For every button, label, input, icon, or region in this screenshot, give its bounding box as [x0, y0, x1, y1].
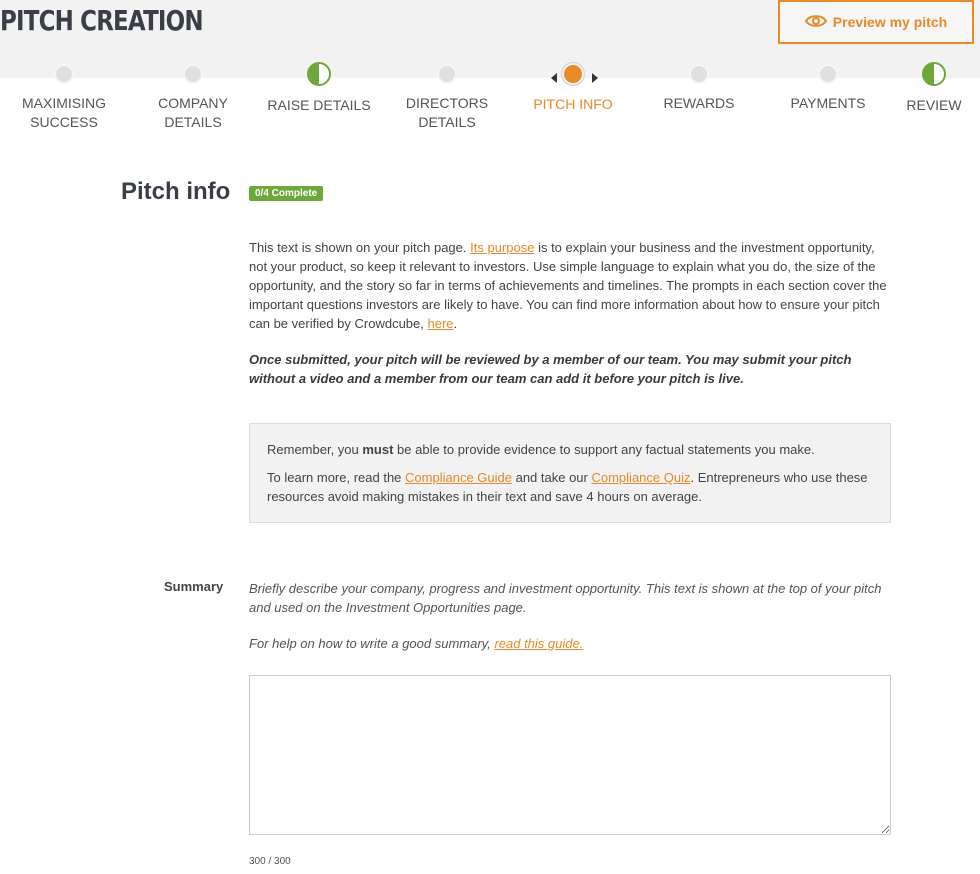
- completion-badge: 0/4 Complete: [249, 186, 324, 201]
- step-status-dot: [54, 64, 74, 84]
- caret-right-icon: [592, 73, 598, 83]
- step-label: DETAILS: [164, 114, 222, 130]
- step-pitch-info[interactable]: PITCH INFO: [513, 63, 633, 114]
- step-maximising-success[interactable]: MAXIMISING SUCCESS: [4, 64, 124, 132]
- step-company-details[interactable]: COMPANY DETAILS: [133, 64, 253, 132]
- step-label: PAYMENTS: [790, 95, 866, 111]
- step-active-dot: [562, 63, 584, 85]
- compliance-guide-link[interactable]: Compliance Guide: [405, 470, 512, 485]
- step-label: SUCCESS: [30, 114, 98, 130]
- step-label: DIRECTORS: [405, 95, 489, 111]
- step-status-dot: [818, 64, 838, 84]
- step-label: MAXIMISING: [21, 95, 106, 111]
- step-status-dot: [183, 64, 203, 84]
- eye-icon: [804, 14, 833, 31]
- step-half-complete-icon: [922, 62, 946, 86]
- summary-guide-text: For help on how to write a good summary,…: [249, 636, 584, 651]
- character-counter: 300 / 300: [249, 856, 291, 867]
- summary-textarea[interactable]: [249, 675, 891, 835]
- here-link[interactable]: here: [427, 316, 453, 331]
- page-title: PITCH CREATION: [0, 4, 204, 37]
- step-status-dot: [689, 64, 709, 84]
- step-label: REVIEW: [906, 97, 962, 113]
- step-label: REWARDS: [663, 95, 735, 111]
- step-label: COMPANY: [158, 95, 228, 111]
- step-directors-details[interactable]: DIRECTORS DETAILS: [387, 64, 507, 132]
- summary-help-text: Briefly describe your company, progress …: [249, 581, 882, 615]
- step-half-complete-icon: [307, 62, 331, 86]
- preview-label: Preview my pitch: [832, 14, 948, 30]
- review-note: Once submitted, your pitch will be revie…: [249, 352, 852, 386]
- step-raise-details[interactable]: RAISE DETAILS: [259, 62, 379, 115]
- its-purpose-link[interactable]: Its purpose: [470, 240, 534, 255]
- compliance-notice: Remember, you must be able to provide ev…: [249, 423, 891, 523]
- step-label: PITCH INFO: [533, 96, 613, 112]
- step-label: DETAILS: [418, 114, 476, 130]
- step-rewards[interactable]: REWARDS: [639, 64, 759, 113]
- read-this-guide-link[interactable]: read this guide.: [494, 636, 583, 651]
- preview-my-pitch-button[interactable]: Preview my pitch: [778, 0, 974, 44]
- step-status-dot: [437, 64, 457, 84]
- intro-paragraph: This text is shown on your pitch page. I…: [249, 240, 887, 331]
- compliance-quiz-link[interactable]: Compliance Quiz: [591, 470, 690, 485]
- step-label: RAISE DETAILS: [267, 97, 371, 113]
- summary-label: Summary: [164, 579, 224, 594]
- step-review[interactable]: REVIEW: [874, 62, 980, 115]
- step-payments[interactable]: PAYMENTS: [768, 64, 888, 113]
- section-title: Pitch info: [121, 178, 231, 205]
